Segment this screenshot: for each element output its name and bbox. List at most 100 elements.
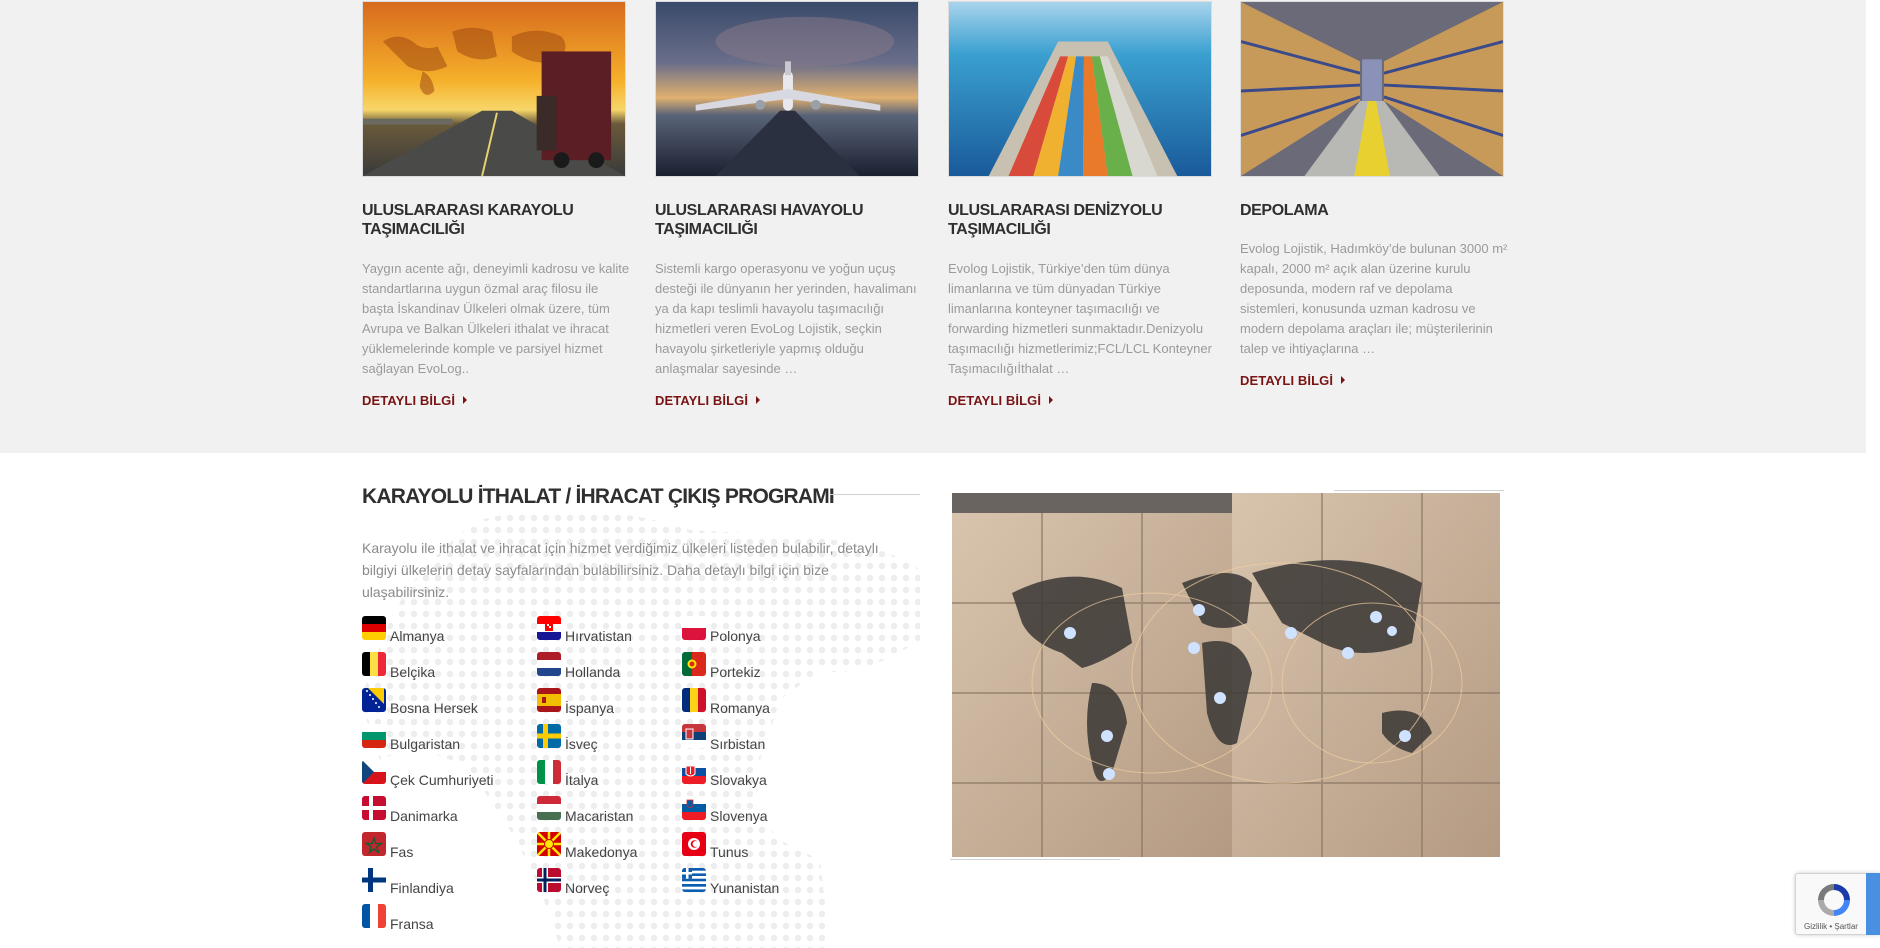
country-name: Romanya (710, 700, 770, 716)
sweden-flag-icon (537, 724, 561, 748)
hungary-flag-icon (537, 796, 561, 820)
title-divider (830, 494, 920, 495)
caret-right-icon (463, 396, 468, 404)
country-name: Tunus (710, 844, 749, 860)
greece-flag-icon (682, 868, 706, 892)
service-title[interactable]: ULUSLARARASI DENİZYOLU TAŞIMACILIĞI (948, 201, 1212, 239)
country-link[interactable]: Portekiz (682, 652, 761, 680)
country-link[interactable]: Makedonya (537, 832, 637, 860)
program-description: Karayolu ile ithalat ve ihracat için hiz… (362, 540, 879, 600)
country-link[interactable]: İtalya (537, 760, 598, 788)
recaptcha-expand-tab[interactable] (1866, 873, 1880, 935)
country-name: Portekiz (710, 664, 761, 680)
details-link[interactable]: DETAYLI BİLGİ (362, 393, 468, 408)
bosnia-flag-icon (362, 688, 386, 712)
country-link[interactable]: Slovakya (682, 760, 767, 788)
norway-flag-icon (537, 868, 561, 892)
truck-sunset-image[interactable] (362, 1, 626, 177)
country-name: Bosna Hersek (390, 700, 478, 716)
country-link[interactable]: Fas (362, 832, 414, 860)
recaptcha-badge[interactable]: Gizlilik • Şartlar (1795, 873, 1880, 935)
caret-right-icon (1341, 376, 1346, 384)
macedonia-flag-icon (537, 832, 561, 856)
country-link[interactable]: Sırbistan (682, 724, 766, 752)
country-name: Finlandiya (390, 880, 454, 896)
service-description: Yaygın acente ağı, deneyimli kadrosu ve … (362, 261, 630, 376)
country-name: Yunanistan (710, 880, 780, 896)
country-link[interactable]: Danimarka (362, 796, 458, 824)
country-name: Fransa (390, 916, 434, 932)
netherlands-flag-icon (537, 652, 561, 676)
world-map-crates-image (952, 493, 1500, 857)
country-link[interactable]: Norveç (537, 868, 610, 896)
recaptcha-terms[interactable]: Gizlilik • Şartlar (1796, 922, 1866, 931)
country-name: Norveç (565, 880, 610, 896)
details-link-label: DETAYLI BİLGİ (362, 393, 456, 408)
denmark-flag-icon (362, 796, 386, 820)
country-link[interactable]: Tunus (682, 832, 749, 860)
service-title[interactable]: DEPOLAMA (1240, 201, 1504, 220)
container-ship-image[interactable] (948, 1, 1212, 177)
country-link[interactable]: Polonya (682, 616, 761, 644)
spain-flag-icon (537, 688, 561, 712)
country-name: Almanya (390, 628, 445, 644)
services-section: ULUSLARARASI KARAYOLU TAŞIMACILIĞI Yaygı… (0, 0, 1866, 453)
details-link[interactable]: DETAYLI BİLGİ (948, 393, 1054, 408)
service-title[interactable]: ULUSLARARASI HAVAYOLU TAŞIMACILIĞI (655, 201, 919, 239)
service-description: Sistemli kargo operasyonu ve yoğun uçuş … (655, 261, 917, 376)
country-link[interactable]: Hırvatistan (537, 616, 632, 644)
morocco-flag-icon (362, 832, 386, 856)
country-link[interactable]: Bosna Hersek (362, 688, 478, 716)
country-link[interactable]: Hollanda (537, 652, 620, 680)
frame-line-top (1334, 490, 1504, 491)
country-link[interactable]: Almanya (362, 616, 445, 644)
country-link[interactable]: Belçika (362, 652, 436, 680)
country-link[interactable]: Fransa (362, 904, 434, 932)
slovakia-flag-icon (682, 760, 706, 784)
details-link[interactable]: DETAYLI BİLGİ (1240, 373, 1346, 388)
country-link[interactable]: İsveç (537, 724, 598, 752)
country-link[interactable]: Yunanistan (682, 868, 780, 896)
country-name: Bulgaristan (390, 736, 461, 752)
details-link-label: DETAYLI BİLGİ (948, 393, 1042, 408)
service-description: Evolog Lojistik, Hadımköy’de bulunan 300… (1240, 241, 1508, 356)
program-title: KARAYOLU İTHALAT / İHRACAT ÇIKIŞ PROGRAM… (362, 485, 835, 508)
country-name: İspanya (565, 700, 615, 716)
country-link[interactable]: Finlandiya (362, 868, 454, 896)
country-name: Slovenya (710, 808, 768, 824)
service-description: Evolog Lojistik, Türkiye’den tüm dünya l… (948, 261, 1212, 376)
slovenia-flag-icon (682, 796, 706, 820)
country-name: Slovakya (710, 772, 767, 788)
country-name: Hırvatistan (565, 628, 632, 644)
country-name: Polonya (710, 628, 761, 644)
poland-flag-icon (682, 616, 706, 640)
bulgaria-flag-icon (362, 724, 386, 748)
recaptcha-icon (1818, 884, 1850, 916)
country-name: Belçika (390, 664, 436, 680)
country-link[interactable]: Slovenya (682, 796, 768, 824)
country-link[interactable]: İspanya (537, 688, 615, 716)
germany-flag-icon (362, 616, 386, 640)
frame-line-bottom (950, 859, 1120, 860)
country-name: İsveç (565, 736, 598, 752)
finland-flag-icon (362, 868, 386, 892)
belgium-flag-icon (362, 652, 386, 676)
czech-flag-icon (362, 760, 386, 784)
caret-right-icon (756, 396, 761, 404)
details-link[interactable]: DETAYLI BİLGİ (655, 393, 761, 408)
caret-right-icon (1049, 396, 1054, 404)
country-link[interactable]: Macaristan (537, 796, 634, 824)
france-flag-icon (362, 904, 386, 928)
country-link[interactable]: Bulgaristan (362, 724, 461, 752)
country-name: Macaristan (565, 808, 634, 824)
country-name: Sırbistan (710, 736, 766, 752)
country-link[interactable]: Çek Cumhuriyeti (362, 760, 493, 788)
details-link-label: DETAYLI BİLGİ (1240, 373, 1334, 388)
portugal-flag-icon (682, 652, 706, 676)
country-link[interactable]: Romanya (682, 688, 770, 716)
warehouse-image[interactable] (1240, 1, 1504, 177)
service-title[interactable]: ULUSLARARASI KARAYOLU TAŞIMACILIĞI (362, 201, 626, 239)
romania-flag-icon (682, 688, 706, 712)
country-name: Fas (390, 844, 414, 860)
airplane-runway-image[interactable] (655, 1, 919, 177)
